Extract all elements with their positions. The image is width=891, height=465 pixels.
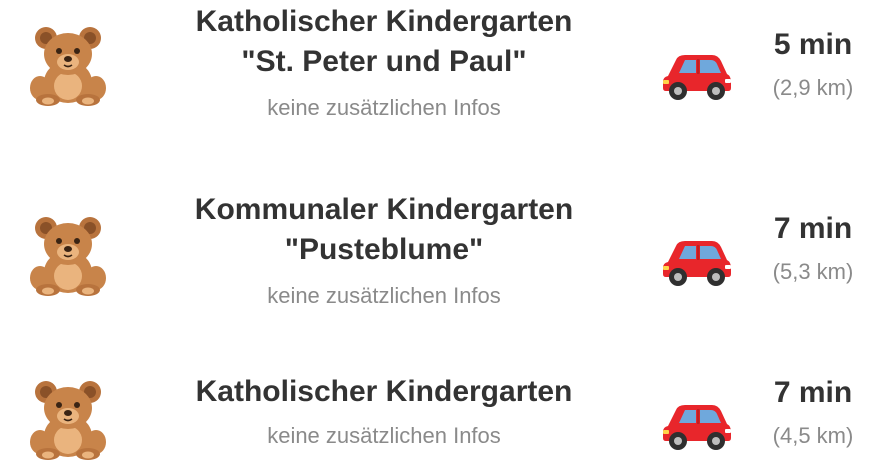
kindergarten-info: Katholischer Kindergarten keine zusätzli… xyxy=(150,372,618,450)
car-icon xyxy=(660,396,734,452)
kindergarten-name-line1: Katholischer Kindergarten xyxy=(195,375,573,408)
teddy-bear-icon xyxy=(26,212,110,296)
travel-duration: 5 min xyxy=(773,28,853,61)
travel-time: 7 min (4,5 km) xyxy=(760,374,866,450)
kindergarten-list-item[interactable]: Katholischer Kindergarten keine zusätzli… xyxy=(0,368,891,460)
travel-distance: (5,3 km) xyxy=(772,259,854,284)
car-icon xyxy=(660,232,734,288)
teddy-bear-icon xyxy=(26,376,110,460)
travel-duration: 7 min xyxy=(773,212,853,245)
kindergarten-name-line1: Kommunaler Kindergarten xyxy=(194,193,574,226)
kindergarten-info: Kommunaler Kindergarten "Pusteblume" kei… xyxy=(150,190,618,310)
kindergarten-name-line2: "St. Peter und Paul" xyxy=(241,45,527,78)
kindergarten-list-item[interactable]: Katholischer Kindergarten "St. Peter und… xyxy=(0,0,891,130)
travel-distance: (2,9 km) xyxy=(772,75,854,100)
travel-time: 7 min (5,3 km) xyxy=(760,210,866,286)
kindergarten-info: Katholischer Kindergarten "St. Peter und… xyxy=(150,2,618,122)
kindergarten-extra-info: keine zusätzlichen Infos xyxy=(267,423,501,448)
travel-distance: (4,5 km) xyxy=(772,423,854,448)
car-icon xyxy=(660,46,734,102)
teddy-bear-icon xyxy=(26,22,110,106)
kindergarten-list-item[interactable]: Kommunaler Kindergarten "Pusteblume" kei… xyxy=(0,188,891,318)
kindergarten-extra-info: keine zusätzlichen Infos xyxy=(267,283,501,308)
kindergarten-extra-info: keine zusätzlichen Infos xyxy=(267,95,501,120)
kindergarten-list: Katholischer Kindergarten "St. Peter und… xyxy=(0,0,891,460)
travel-duration: 7 min xyxy=(773,376,853,409)
travel-time: 5 min (2,9 km) xyxy=(760,26,866,102)
kindergarten-name-line1: Katholischer Kindergarten xyxy=(195,5,573,38)
kindergarten-name-line2: "Pusteblume" xyxy=(284,233,484,266)
